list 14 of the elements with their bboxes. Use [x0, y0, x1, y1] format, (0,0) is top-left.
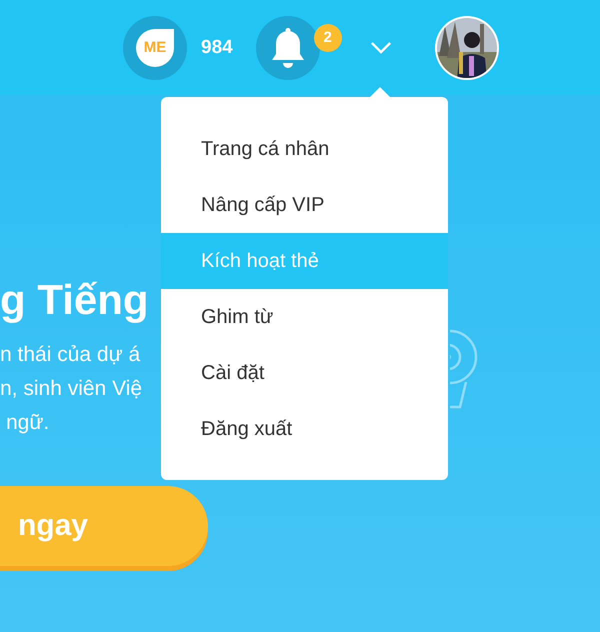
menu-item[interactable]: Ghim từ: [161, 289, 448, 345]
points-count: 984: [201, 36, 233, 58]
me-logo: ME: [136, 28, 174, 66]
notification-count: 2: [314, 24, 342, 52]
balloon-icon: [450, 329, 479, 409]
hero-description: ngữ.: [5, 410, 50, 436]
hero-description: n thái của dự á: [0, 342, 140, 368]
hero-description: n, sinh viên Việ: [0, 376, 142, 402]
menu-item[interactable]: Đăng xuất: [161, 401, 448, 457]
hero-title: g Tiếng: [0, 275, 149, 325]
chevron-down-icon[interactable]: [370, 41, 392, 54]
menu-item[interactable]: Nâng cấp VIP: [161, 177, 448, 233]
menu-item[interactable]: Cài đặt: [161, 345, 448, 401]
menu-item[interactable]: Trang cá nhân: [161, 121, 448, 177]
